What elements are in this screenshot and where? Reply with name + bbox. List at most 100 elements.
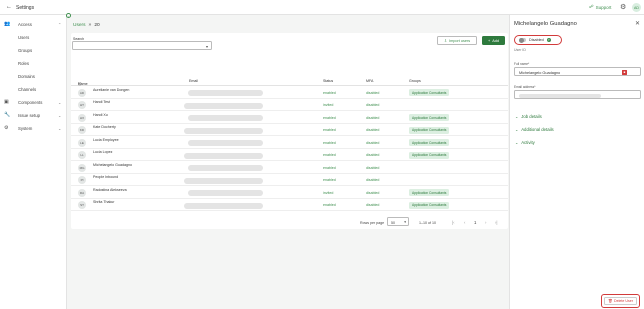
sidebar-item-access[interactable]: 👥 Access ⌃ bbox=[0, 19, 67, 29]
mfa-value: disabled bbox=[366, 90, 380, 95]
breadcrumb: Users » 20 bbox=[73, 22, 100, 28]
avatar: ST bbox=[78, 201, 86, 209]
section-label: Activity bbox=[521, 140, 535, 145]
group-chip: Application Consultants bbox=[409, 201, 450, 209]
support-link[interactable]: ☍ Support bbox=[589, 4, 611, 10]
breadcrumb-count: 20 bbox=[94, 22, 100, 28]
breadcrumb-users-link[interactable]: Users bbox=[73, 23, 86, 28]
mfa-value: disabled bbox=[366, 165, 380, 170]
status-value: enabled bbox=[323, 128, 336, 132]
sidebar-item-issue-setup[interactable]: 🔧 Issue setup ⌄ bbox=[0, 110, 67, 120]
sidebar-item-components[interactable]: ▣ Components ⌄ bbox=[0, 97, 67, 107]
user-name: Handi Xu bbox=[93, 112, 108, 117]
email-value-placeholder bbox=[519, 93, 601, 98]
user-name: Shrita Thakur bbox=[93, 200, 115, 204]
trash-icon: 🗑 bbox=[607, 299, 613, 303]
email-placeholder-bar bbox=[188, 90, 263, 96]
table-row[interactable]: HT Handi Test invited disabled bbox=[71, 99, 508, 111]
email-field[interactable] bbox=[514, 90, 641, 99]
table-row[interactable]: MG Michelangelo Guadagno enabled disabled bbox=[71, 161, 508, 174]
back-arrow-icon[interactable]: ← bbox=[6, 4, 12, 10]
sidebar-item-groups[interactable]: Groups bbox=[18, 48, 32, 53]
header-status[interactable]: Status bbox=[323, 79, 333, 83]
delete-user-button[interactable]: 🗑 Delete User bbox=[604, 297, 637, 305]
section-job-details[interactable]: ⌄ Job details bbox=[515, 114, 542, 119]
table-row[interactable]: LE Lucia Employee enabled disabled Applicati… bbox=[71, 136, 508, 149]
email-label: Email address* bbox=[514, 85, 536, 89]
mfa-value: disabled bbox=[366, 203, 380, 207]
mfa-value: disabled bbox=[366, 153, 380, 157]
table-row[interactable]: KD Kate Docherty enabled disabled Applicatio… bbox=[71, 124, 508, 136]
user-name: People Inbound bbox=[93, 175, 119, 179]
header-groups[interactable]: Groups bbox=[409, 79, 421, 83]
sidebar-item-label: System bbox=[18, 125, 33, 131]
rows-per-page-select[interactable]: 50 ▾ bbox=[387, 217, 409, 226]
table-row[interactable]: HX Handi Xu enabled disabled Application Con… bbox=[71, 111, 508, 124]
close-icon[interactable]: ✕ bbox=[635, 20, 640, 27]
mfa-value: disabled bbox=[366, 128, 380, 132]
search-input[interactable]: ▾ bbox=[72, 41, 212, 50]
pagination-range: 1–10 of 10 bbox=[419, 220, 436, 225]
prev-page-button[interactable]: ‹ bbox=[464, 220, 465, 225]
sidebar-item-channels[interactable]: Channels bbox=[18, 87, 36, 92]
support-icon: ☍ bbox=[589, 4, 594, 9]
sidebar-item-system[interactable]: ⚙ System ⌄ bbox=[0, 123, 67, 133]
avatar[interactable]: AD bbox=[632, 3, 641, 12]
status-value: enabled bbox=[323, 165, 336, 170]
avatar: LE bbox=[78, 138, 86, 147]
toggle-switch-icon bbox=[519, 37, 526, 43]
status-value: invited bbox=[323, 103, 334, 107]
chevron-up-icon: ⌃ bbox=[58, 21, 62, 27]
section-activity[interactable]: ⌄ Activity bbox=[515, 140, 535, 145]
table-row[interactable]: PI People Inbound enabled disabled bbox=[71, 174, 508, 186]
sidebar-item-label: Issue setup bbox=[18, 112, 40, 118]
user-name: Aurelianie van Dongen bbox=[93, 87, 130, 92]
group-chip: Application Consultants bbox=[409, 139, 450, 146]
help-icon[interactable]: ? bbox=[546, 38, 551, 42]
user-status-toggle[interactable]: Disabled ? bbox=[514, 35, 562, 45]
chevron-down-icon: ▾ bbox=[205, 43, 208, 49]
section-additional-details[interactable]: ⌄ Additional details bbox=[515, 127, 554, 132]
people-icon: 👥 bbox=[4, 21, 11, 27]
email-placeholder-bar bbox=[184, 177, 263, 184]
table-row[interactable]: RA Radostina Alekseeva invited disabled Appl… bbox=[71, 186, 508, 199]
header-email[interactable]: Email bbox=[189, 79, 198, 83]
chevron-down-icon: ⌄ bbox=[515, 128, 519, 132]
status-value: enabled bbox=[323, 90, 336, 95]
settings-gear-icon[interactable]: ⚙ bbox=[620, 3, 626, 11]
status-value: enabled bbox=[323, 115, 336, 120]
status-value: enabled bbox=[323, 140, 336, 145]
table-row[interactable]: LL Lucia Lopez enabled disabled Application … bbox=[71, 149, 508, 161]
sidebar-item-users[interactable]: Users bbox=[18, 35, 29, 40]
status-value: invited bbox=[323, 190, 334, 195]
user-name: Radostina Alekseeva bbox=[93, 187, 127, 192]
gear-icon: ⚙ bbox=[4, 125, 9, 131]
user-name: Kate Docherty bbox=[93, 125, 116, 129]
last-page-button[interactable]: ›| bbox=[495, 220, 498, 225]
mfa-value: disabled bbox=[366, 190, 380, 195]
user-name: Michelangelo Guadagno bbox=[93, 162, 132, 167]
table-row[interactable]: AD Aurelianie van Dongen enabled disabled Ap… bbox=[71, 86, 508, 99]
sidebar: 👥 Access ⌃ Users Groups Roles Domains Ch… bbox=[0, 15, 67, 309]
delete-user-label: Delete User bbox=[614, 299, 634, 303]
table-row[interactable]: ST Shrita Thakur enabled disabled Applicatio… bbox=[71, 199, 508, 211]
email-placeholder-bar bbox=[184, 102, 263, 109]
user-name: Lucia Lopez bbox=[93, 150, 113, 154]
mfa-value: disabled bbox=[366, 178, 380, 182]
page-title: Settings bbox=[16, 4, 35, 11]
first-page-button[interactable]: |‹ bbox=[452, 220, 455, 225]
mfa-value: disabled bbox=[366, 115, 380, 120]
next-page-button[interactable]: › bbox=[485, 220, 486, 225]
sidebar-item-roles[interactable]: Roles bbox=[18, 61, 29, 66]
group-chip: Application Consultants bbox=[409, 189, 450, 196]
sidebar-item-domains[interactable]: Domains bbox=[18, 74, 35, 79]
user-name: Lucia Employee bbox=[93, 137, 119, 142]
users-table-card: Search ▾ ⇩ Import users + Add Name ↑ ⓘ E… bbox=[71, 33, 508, 229]
import-users-button[interactable]: ⇩ Import users bbox=[437, 36, 477, 45]
full-name-field[interactable]: Michelangelo Guadagno ■ bbox=[514, 67, 641, 76]
header-mfa[interactable]: MFA bbox=[366, 79, 373, 83]
chevron-down-icon: ⌄ bbox=[58, 125, 62, 131]
support-label: Support bbox=[595, 4, 612, 10]
email-placeholder-bar bbox=[188, 165, 263, 171]
add-user-button[interactable]: + Add bbox=[482, 36, 505, 45]
